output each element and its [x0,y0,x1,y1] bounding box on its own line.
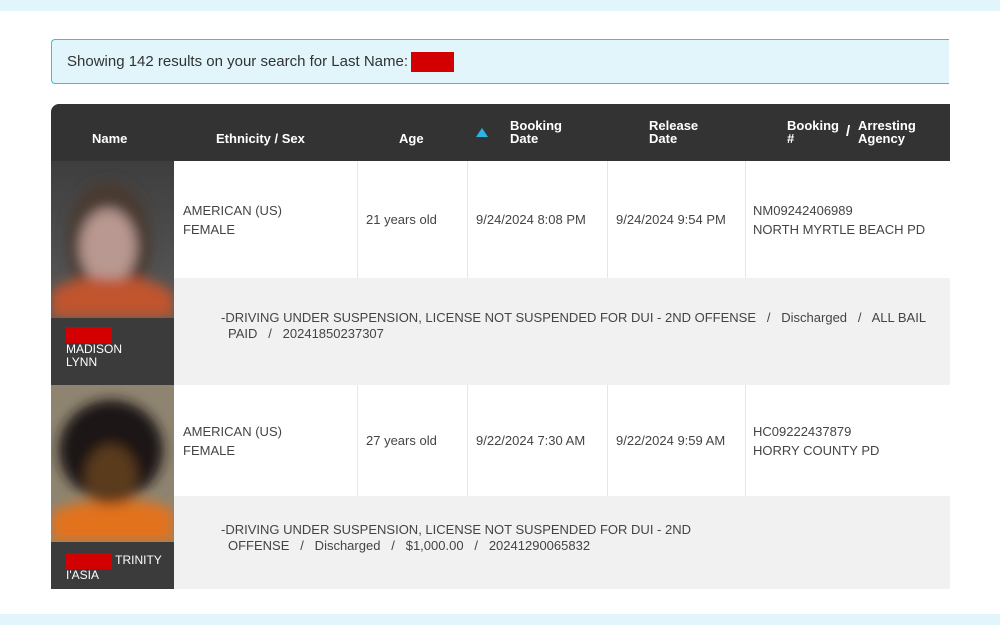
sex: FEMALE [183,221,236,237]
booking-date-cell: 9/22/2024 7:30 AM [468,385,608,496]
header-separator: / [846,123,851,140]
charge-line-1: -DRIVING UNDER SUSPENSION, LICENSE NOT S… [221,310,927,325]
header-booking-date-line2: Date [510,131,539,146]
results-banner: Showing 142 results on your search for L… [51,39,949,84]
release-date-cell: 9/22/2024 9:59 AM [608,385,746,496]
inmate-name[interactable]: TRINITY I'ASIA [66,553,162,582]
header-booking-number[interactable]: Booking # [787,119,839,145]
inmate-photo-cell: MADISON LYNN [51,161,174,385]
charge-line-2: PAID / 20241850237307 [228,326,384,341]
top-band [0,0,1000,11]
booking-number: HC09222437879 [753,423,852,439]
middle-name: LYNN [66,355,98,369]
first-name: TRINITY [115,553,162,568]
arresting-agency: NORTH MYRTLE BEACH PD [753,221,926,237]
booking-details: AMERICAN (US) FEMALE 21 years old 9/24/2… [174,161,950,278]
results-summary-text: Showing 142 results on your search for L… [67,53,409,70]
redacted-last-name [66,327,112,343]
header-booking-number-line1: Booking [787,118,839,133]
middle-name: I'ASIA [66,568,99,582]
header-booking-number-line2: # [787,131,795,146]
age-cell: 21 years old [358,161,468,278]
ethnicity-sex-cell: AMERICAN (US) FEMALE [174,161,358,278]
inmate-photo-cell: TRINITY I'ASIA [51,385,174,589]
redacted-last-name [411,51,455,72]
header-booking-date[interactable]: Booking Date [510,119,562,145]
header-agency-line2: Agency [858,131,905,146]
table-row[interactable]: TRINITY I'ASIA AMERICAN (US) FEMALE 27 y… [51,385,950,589]
header-release-date-line2: Date [649,131,678,146]
release-date-cell: 9/24/2024 9:54 PM [608,161,746,278]
header-arresting-agency[interactable]: Arresting Agency [858,119,916,145]
charge-details: -DRIVING UNDER SUSPENSION, LICENSE NOT S… [174,278,950,385]
booking-date-cell: 9/24/2024 8:08 PM [468,161,608,278]
booking-agency-cell: HC09222437879 HORRY COUNTY PD [746,385,950,496]
header-release-date[interactable]: Release Date [649,119,698,145]
ethnicity: AMERICAN (US) [183,202,282,218]
table-row[interactable]: MADISON LYNN AMERICAN (US) FEMALE 21 yea… [51,161,950,385]
mugshot-image[interactable] [51,161,174,318]
inmate-name[interactable]: MADISON LYNN [66,327,122,369]
bottom-band [0,614,1000,625]
results-table: Name Ethnicity / Sex Age Booking Date Re… [51,104,950,589]
sort-ascending-icon[interactable] [476,128,488,137]
header-name[interactable]: Name [92,132,127,145]
charge-line-2: OFFENSE / Discharged / $1,000.00 / 20241… [228,538,591,553]
charge-details: -DRIVING UNDER SUSPENSION, LICENSE NOT S… [174,496,950,589]
booking-number: NM09242406989 [753,202,853,218]
ethnicity: AMERICAN (US) [183,423,282,439]
sex: FEMALE [183,442,236,458]
ethnicity-sex-cell: AMERICAN (US) FEMALE [174,385,358,496]
header-age[interactable]: Age [399,132,424,145]
arresting-agency: HORRY COUNTY PD [753,442,880,458]
header-ethnicity-sex[interactable]: Ethnicity / Sex [216,132,305,145]
mugshot-image[interactable] [51,385,174,542]
charge-line-1: -DRIVING UNDER SUSPENSION, LICENSE NOT S… [221,522,691,537]
age-cell: 27 years old [358,385,468,496]
redacted-last-name [66,553,112,569]
booking-agency-cell: NM09242406989 NORTH MYRTLE BEACH PD [746,161,950,278]
table-header: Name Ethnicity / Sex Age Booking Date Re… [51,104,950,161]
booking-details: AMERICAN (US) FEMALE 27 years old 9/22/2… [174,385,950,496]
